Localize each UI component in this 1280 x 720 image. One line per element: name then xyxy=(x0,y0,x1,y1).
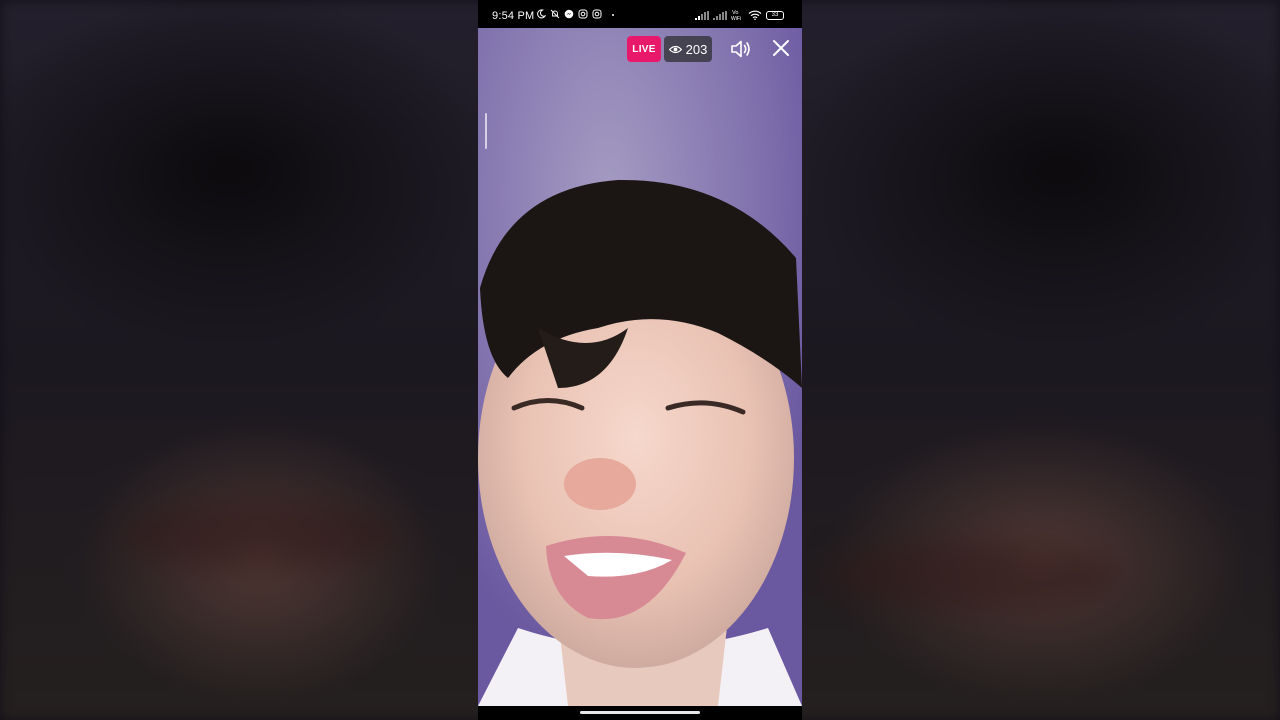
instagram-icon xyxy=(578,9,588,19)
speaker-icon[interactable] xyxy=(729,37,753,61)
home-indicator[interactable] xyxy=(580,711,700,714)
bell-off-icon xyxy=(550,9,560,19)
status-bar: 9:54 PM Vo WiFi 33 xyxy=(478,0,802,30)
live-badge-label: LIVE xyxy=(632,43,656,55)
instagram-icon xyxy=(592,9,602,19)
app-screen: 9:54 PM Vo WiFi 33 LIVE 203 xyxy=(0,0,1280,720)
status-time: 9:54 PM xyxy=(492,10,535,22)
battery-level: 33 xyxy=(771,12,779,18)
wifi-icon xyxy=(748,10,762,20)
signal-icon xyxy=(695,10,709,20)
notification-icons xyxy=(536,9,616,19)
navigation-bar xyxy=(478,706,802,720)
eye-icon xyxy=(668,45,682,53)
video-frame xyxy=(478,28,802,706)
phone-screen: 9:54 PM Vo WiFi 33 LIVE 203 xyxy=(478,0,802,720)
messenger-icon xyxy=(564,9,574,19)
live-video[interactable]: LIVE 203 xyxy=(478,28,802,706)
scroll-indicator xyxy=(485,113,487,149)
svg-text:WiFi: WiFi xyxy=(731,16,741,21)
close-icon[interactable] xyxy=(770,37,792,59)
signal-icon xyxy=(713,10,727,20)
vowifi-icon: Vo WiFi xyxy=(731,10,741,21)
live-badge: LIVE xyxy=(627,36,661,62)
battery-icon: 33 xyxy=(766,10,784,20)
system-icons: Vo WiFi 33 xyxy=(695,9,784,21)
viewer-count-badge[interactable]: 203 xyxy=(664,36,712,62)
dot-icon xyxy=(612,14,614,16)
viewer-count: 203 xyxy=(685,41,708,57)
moon-icon xyxy=(537,9,546,19)
